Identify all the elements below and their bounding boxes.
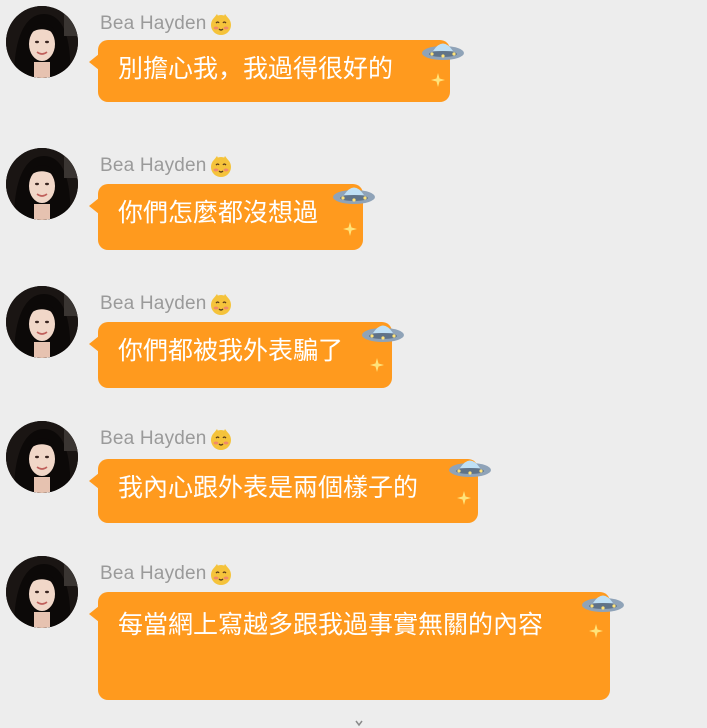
message-text: 別擔心我，我過得很好的: [118, 54, 394, 83]
avatar-photo: [6, 556, 78, 628]
ufo-icon: [582, 595, 624, 612]
blushing-emoji-icon: [210, 564, 231, 585]
sender-name: Bea Hayden: [100, 155, 207, 176]
sparkle-icon: [457, 491, 471, 505]
sender-name: Bea Hayden: [100, 563, 207, 584]
avatar[interactable]: [6, 556, 78, 628]
ufo-icon: [362, 325, 404, 342]
chevron-down-icon[interactable]: [354, 718, 364, 728]
ufo-icon: [422, 43, 464, 60]
avatar-photo: [6, 6, 78, 78]
blushing-emoji-icon: [210, 156, 231, 177]
avatar-photo: [6, 421, 78, 493]
sparkle-icon: [343, 222, 357, 236]
sender-name: Bea Hayden: [100, 293, 207, 314]
message-bubble[interactable]: 你們都被我外表騙了: [89, 322, 392, 388]
avatar[interactable]: [6, 421, 78, 493]
sender-name: Bea Hayden: [100, 428, 207, 449]
sender-name-row: Bea Hayden: [100, 292, 233, 316]
sparkle-icon: [589, 624, 603, 638]
sparkle-icon: [370, 358, 384, 372]
message-bubble[interactable]: 每當網上寫越多跟我過事實無關的內容: [89, 592, 610, 700]
message-bubble[interactable]: 別擔心我，我過得很好的: [89, 40, 450, 102]
sender-name-row: Bea Hayden: [100, 562, 233, 586]
sender-name-row: Bea Hayden: [100, 154, 233, 178]
sender-name-row: Bea Hayden: [100, 427, 233, 451]
ufo-icon: [333, 187, 375, 204]
message-text: 你們都被我外表騙了: [118, 336, 344, 365]
sender-name-row: Bea Hayden: [100, 12, 233, 36]
message-text: 我內心跟外表是兩個樣子的: [118, 473, 419, 502]
avatar-photo: [6, 286, 78, 358]
message-bubble[interactable]: 我內心跟外表是兩個樣子的: [89, 459, 478, 523]
avatar-photo: [6, 148, 78, 220]
blushing-emoji-icon: [210, 14, 231, 35]
blushing-emoji-icon: [210, 429, 231, 450]
sparkle-icon: [431, 73, 445, 87]
avatar[interactable]: [6, 148, 78, 220]
message-text: 你們怎麼都沒想過: [118, 198, 319, 227]
avatar[interactable]: [6, 286, 78, 358]
message-bubble[interactable]: 你們怎麼都沒想過: [89, 184, 363, 250]
blushing-emoji-icon: [210, 294, 231, 315]
message-text: 每當網上寫越多跟我過事實無關的內容: [118, 610, 544, 639]
avatar[interactable]: [6, 6, 78, 78]
ufo-icon: [449, 460, 491, 477]
sender-name: Bea Hayden: [100, 13, 207, 34]
